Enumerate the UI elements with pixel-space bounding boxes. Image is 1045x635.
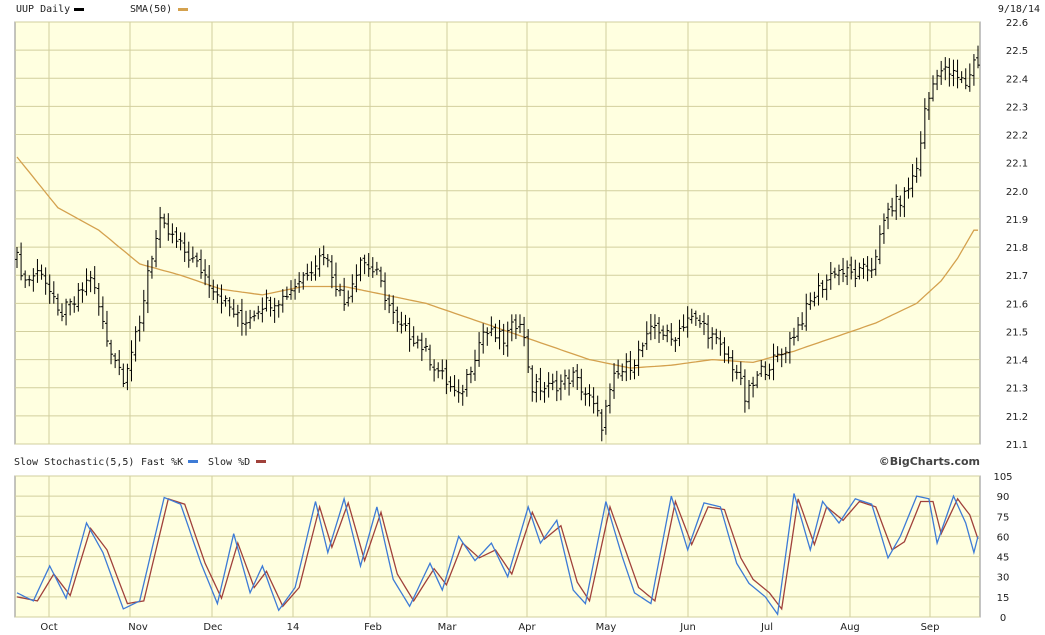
x-tick-Apr: Apr	[518, 622, 536, 633]
slow-d-legend-swatch	[256, 460, 266, 463]
brand-watermark: ©BigCharts.com	[879, 455, 980, 468]
price-y-tick: 21.3	[1006, 384, 1028, 395]
price-y-tick: 22.4	[1006, 74, 1028, 85]
stochastic-y-tick: 90	[997, 492, 1010, 503]
price-legend-swatch	[74, 8, 84, 11]
stochastic-y-axis: 0 15 30 45 60 75 90 105	[993, 472, 1012, 624]
price-y-tick: 21.4	[1006, 356, 1028, 367]
price-y-tick: 21.1	[1006, 440, 1028, 451]
sma-legend-swatch	[178, 8, 188, 11]
stock-chart: UUP Daily SMA(50) 9/18/14 21.121.221.321…	[14, 4, 1040, 633]
x-tick-Aug: Aug	[840, 622, 860, 633]
price-y-tick: 22.3	[1006, 102, 1028, 113]
slow-d-label: Slow %D	[208, 457, 250, 468]
price-panel: 21.1 21.2 21.3 21.4 21.5 21.6 21.7 21.8 21.9 22.0…	[14, 18, 1028, 451]
date-label: 9/18/14	[998, 4, 1040, 15]
x-tick-Jul: Jul	[760, 622, 773, 633]
stochastic-label: Slow Stochastic(5,5)	[14, 457, 134, 468]
price-y-axis: 21.1 21.2 21.3 21.4 21.5 21.6 21.7 21.8 21.9 22.0…	[1006, 18, 1028, 451]
x-tick-May: May	[596, 622, 617, 633]
price-y-tick: 21.8	[1006, 243, 1028, 254]
stochastic-y-tick: 15	[997, 593, 1010, 604]
price-y-tick: 22.1	[1006, 159, 1028, 170]
price-y-tick: 21.2	[1006, 412, 1028, 423]
fast-k-label: Fast %K	[141, 457, 183, 468]
stochastic-y-tick: 75	[997, 512, 1010, 523]
x-tick-Feb: Feb	[364, 622, 382, 633]
price-y-tick: 22.6	[1006, 18, 1028, 29]
stochastic-y-tick: 60	[997, 532, 1010, 543]
stochastic-panel-background	[14, 475, 981, 618]
x-tick-Nov: Nov	[128, 622, 148, 633]
stochastic-panel: 0 15 30 45 60 75 90 105	[14, 472, 1013, 624]
stochastic-y-tick: 45	[997, 553, 1010, 564]
price-y-tick: 21.7	[1006, 271, 1028, 282]
price-y-tick: 21.6	[1006, 299, 1028, 310]
stochastic-y-tick: 105	[993, 472, 1012, 483]
x-tick-14: 14	[287, 622, 300, 633]
stochastic-y-tick: 30	[997, 573, 1010, 584]
price-y-tick: 22.2	[1006, 131, 1028, 142]
symbol-label: UUP Daily	[16, 4, 70, 15]
price-y-tick: 22.5	[1006, 46, 1028, 57]
price-y-tick: 21.9	[1006, 215, 1028, 226]
price-y-tick: 21.5	[1006, 327, 1028, 338]
sma-label: SMA(50)	[130, 4, 172, 15]
x-tick-Mar: Mar	[438, 622, 458, 633]
x-axis-months: Oct Nov Dec 14 Feb Mar Apr May Jun Jul Aug Sep	[40, 622, 939, 633]
stochastic-y-tick: 0	[1000, 613, 1006, 624]
x-tick-Oct: Oct	[40, 622, 57, 633]
x-tick-Dec: Dec	[203, 622, 222, 633]
x-tick-Sep: Sep	[921, 622, 940, 633]
fast-k-legend-swatch	[188, 460, 198, 463]
price-y-tick: 22.0	[1006, 187, 1028, 198]
x-tick-Jun: Jun	[679, 622, 696, 633]
